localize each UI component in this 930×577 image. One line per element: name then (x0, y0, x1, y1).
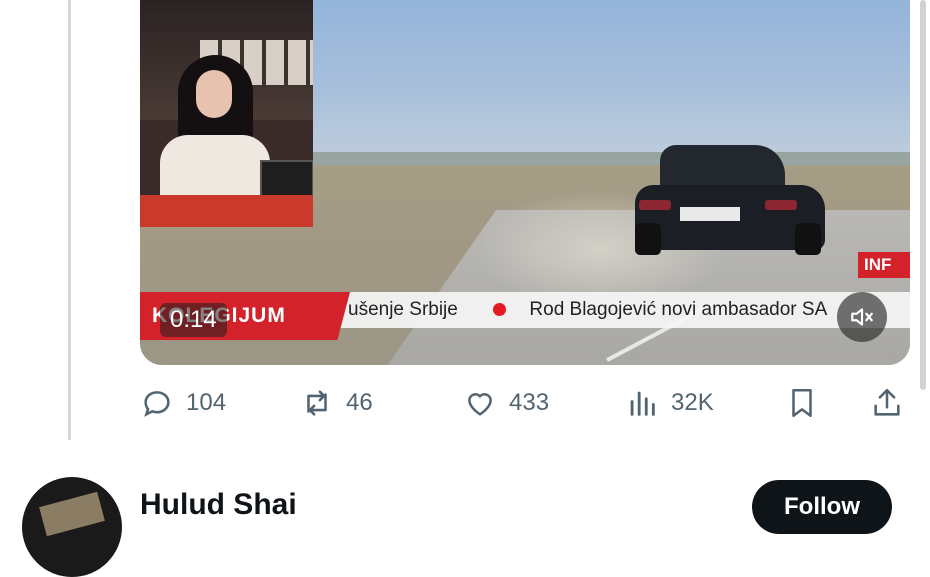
bookmark-button[interactable] (785, 384, 819, 422)
repost-icon (307, 390, 327, 416)
follow-button[interactable]: Follow (752, 480, 892, 534)
repost-count: 46 (346, 389, 373, 416)
ticker-text-left: ušenje Srbije (348, 299, 458, 320)
video-time-badge: 0:14 (160, 303, 227, 337)
like-button[interactable]: 433 (463, 384, 549, 422)
author-name[interactable]: Hulud Shai (140, 488, 297, 522)
views-count: 32K (671, 389, 714, 416)
ticker-text-right: Rod Blagojević novi ambasador SA (529, 299, 828, 320)
views-button[interactable]: 32K (625, 384, 714, 422)
speaker-muted-icon (851, 308, 873, 326)
avatar[interactable] (22, 477, 122, 577)
tweet-video-player[interactable]: INF ušenje Srbije Rod Blagojević novi am… (140, 0, 910, 365)
share-button[interactable] (870, 384, 904, 422)
heart-icon (468, 393, 492, 416)
bookmark-icon (792, 388, 812, 418)
repost-button[interactable]: 46 (300, 384, 373, 422)
ticker-dot-icon (493, 303, 507, 317)
thread-connector-line (68, 0, 71, 440)
ticker-badge: INF (858, 252, 910, 278)
reply-count: 104 (186, 389, 227, 416)
reply-button[interactable]: 104 (140, 384, 226, 422)
views-chart-icon (630, 391, 655, 416)
tweet-action-bar: 104 46 433 32K (140, 384, 910, 422)
reply-icon (144, 391, 170, 417)
like-count: 433 (509, 389, 550, 416)
mute-button[interactable] (837, 292, 887, 342)
scrollbar[interactable] (920, 0, 926, 390)
video-car (635, 145, 830, 255)
share-icon (874, 388, 900, 416)
video-inset-studio (140, 0, 313, 227)
